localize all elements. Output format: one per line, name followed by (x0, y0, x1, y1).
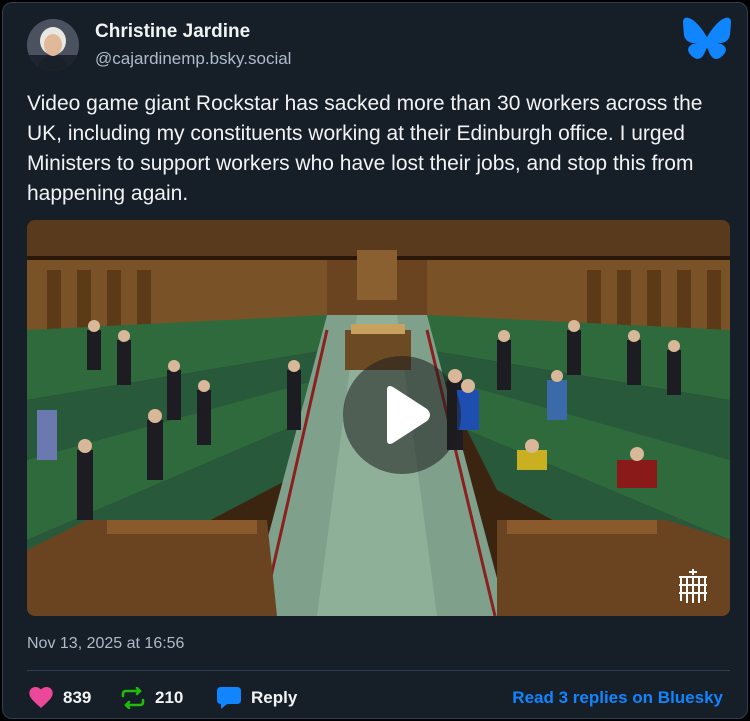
repost-button[interactable]: 210 (121, 686, 183, 710)
divider (27, 670, 730, 671)
avatar[interactable] (27, 19, 79, 71)
bluesky-butterfly-icon[interactable] (683, 17, 731, 61)
repost-icon (121, 687, 145, 709)
reply-label: Reply (251, 688, 298, 707)
play-button[interactable] (343, 356, 461, 474)
portcullis-icon (671, 565, 715, 609)
like-button[interactable]: 839 (29, 686, 91, 710)
play-icon (387, 386, 430, 444)
reply-button[interactable]: Reply (217, 686, 297, 710)
repost-count: 210 (155, 688, 184, 707)
video-player[interactable] (27, 220, 730, 616)
post-card[interactable]: Christine Jardine @cajardinemp.bsky.soci… (2, 2, 748, 719)
author-display-name[interactable]: Christine Jardine (95, 21, 250, 43)
post-timestamp[interactable]: Nov 13, 2025 at 16:56 (27, 635, 184, 653)
post-text: Video game giant Rockstar has sacked mor… (27, 92, 703, 205)
like-count: 839 (63, 688, 92, 707)
author-handle[interactable]: @cajardinemp.bsky.social (95, 49, 291, 69)
read-replies-link[interactable]: Read 3 replies on Bluesky (512, 688, 723, 708)
speech-bubble-icon (217, 687, 241, 709)
heart-icon (29, 687, 53, 708)
